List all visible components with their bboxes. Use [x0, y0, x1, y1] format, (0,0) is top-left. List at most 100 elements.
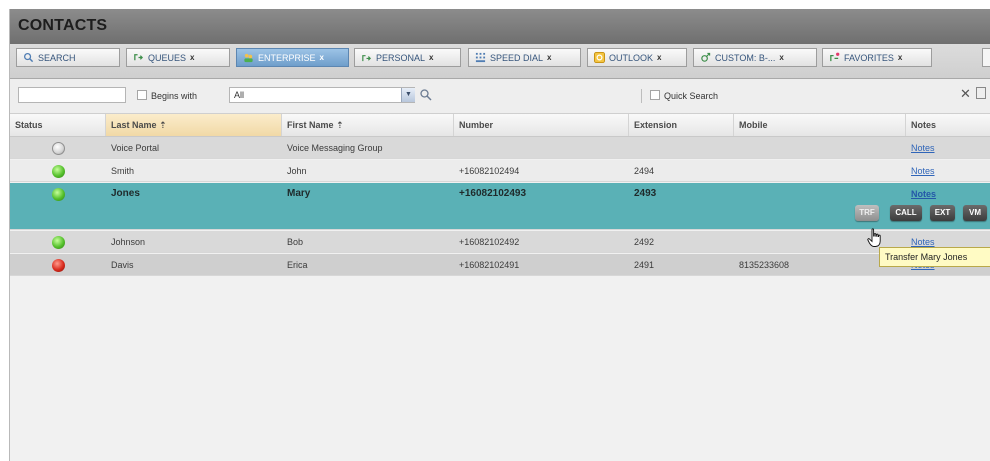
cell-number: +16082102494 [459, 166, 520, 176]
table-row[interactable]: Smith John +16082102494 2494 Notes [10, 160, 990, 182]
cell-number [454, 137, 459, 159]
voicemail-button[interactable]: VM [963, 205, 987, 221]
column-header-extension[interactable]: Extension [629, 114, 734, 136]
chevron-down-icon[interactable]: ▼ [401, 88, 415, 102]
tab-label: SEARCH [38, 52, 76, 63]
tab-close-icon[interactable]: x [657, 53, 661, 62]
cell-extension: 2494 [634, 166, 655, 176]
cell-notes: Notes [906, 137, 935, 159]
cell-last-name: Johnson [111, 237, 146, 247]
personal-icon [362, 55, 372, 62]
tab-overflow[interactable] [982, 48, 990, 67]
cell-first-name: Mary [287, 188, 311, 199]
cell-number: +16082102492 [459, 237, 520, 247]
search-toolbar: Begins with All ▼ Quick Search ✕ [10, 79, 990, 114]
cell-mobile [734, 160, 739, 182]
status-available-icon [52, 188, 65, 201]
notes-link[interactable]: Notes [911, 143, 935, 153]
cell-first-name: John [287, 166, 307, 176]
toolbar-separator [641, 89, 642, 103]
cell-extension [629, 137, 634, 159]
call-button[interactable]: CALL [890, 205, 922, 221]
tab-label: QUEUES [148, 52, 187, 63]
tab-outlook[interactable]: OUTLOOK x [587, 48, 687, 67]
cell-mobile [734, 137, 739, 159]
filter-select-value: All [234, 90, 245, 100]
table-row-selected[interactable]: Jones Mary +16082102493 2493 Notes [10, 183, 990, 230]
tab-custom[interactable]: CUSTOM: B-... x [693, 48, 817, 67]
favorites-icon [830, 52, 840, 62]
cell-first-name: Voice Messaging Group [287, 143, 383, 153]
cell-mobile [734, 231, 739, 253]
tab-close-icon[interactable]: x [898, 53, 902, 62]
column-header-last-name[interactable]: Last Name ⇡ [106, 114, 282, 136]
table-header: Status Last Name ⇡ First Name ⇡ Number E… [10, 114, 990, 137]
begins-with-checkbox[interactable] [137, 90, 147, 100]
column-header-mobile[interactable]: Mobile [734, 114, 906, 136]
notes-link[interactable]: Notes [911, 166, 935, 176]
column-header-label: Status [15, 120, 43, 130]
cell-first-name: Bob [287, 237, 304, 247]
table-row[interactable]: Johnson Bob +16082102492 2492 Notes [10, 231, 990, 253]
custom-icon [701, 52, 711, 62]
column-header-status[interactable]: Status [10, 114, 106, 136]
notes-link[interactable]: Notes [911, 189, 936, 199]
tab-favorites[interactable]: FAVORITES x [822, 48, 932, 67]
tab-label: SPEED DIAL [490, 52, 544, 63]
table-empty-area [10, 285, 990, 461]
tab-close-icon[interactable]: x [429, 53, 433, 62]
column-header-label: Last Name [111, 120, 157, 130]
cell-mobile [734, 183, 739, 205]
tooltip: Transfer Mary Jones [879, 247, 990, 267]
tab-bar: SEARCH QUEUES x ENTERPRISE x PERSONAL x … [10, 44, 990, 79]
tab-label: PERSONAL [376, 52, 426, 63]
tab-close-icon[interactable]: x [320, 53, 324, 62]
quick-search-label: Quick Search [664, 91, 719, 101]
column-header-label: Mobile [739, 120, 768, 130]
cell-notes: Notes [906, 183, 936, 205]
column-header-first-name[interactable]: First Name ⇡ [282, 114, 454, 136]
status-busy-icon [52, 259, 65, 272]
cell-last-name: Jones [111, 188, 140, 199]
cell-extension: 2492 [634, 237, 655, 247]
tab-queues[interactable]: QUEUES x [126, 48, 230, 67]
cell-first-name: Erica [287, 260, 308, 270]
cell-last-name: Smith [111, 166, 135, 176]
queues-icon [134, 54, 144, 61]
column-header-label: Notes [911, 120, 937, 130]
tab-close-icon[interactable]: x [190, 53, 194, 62]
contacts-panel: CONTACTS SEARCH QUEUES x ENTERPRISE x PE… [9, 9, 990, 461]
hand-cursor-icon [867, 228, 881, 247]
table-row[interactable]: Voice Portal Voice Messaging Group Notes [10, 137, 990, 159]
column-header-notes[interactable]: Notes [906, 114, 990, 136]
transfer-button[interactable]: TRF [855, 205, 879, 221]
tab-search[interactable]: SEARCH [16, 48, 120, 67]
search-icon[interactable] [419, 88, 433, 102]
cell-mobile: 8135233608 [739, 260, 790, 270]
quick-search-checkbox[interactable] [650, 90, 660, 100]
tab-label: FAVORITES [844, 52, 894, 63]
tab-label: CUSTOM: B-... [715, 52, 776, 63]
tab-label: OUTLOOK [609, 52, 654, 63]
search-input[interactable] [18, 87, 126, 103]
column-header-number[interactable]: Number [454, 114, 629, 136]
table-row[interactable]: Davis Erica +16082102491 2491 8135233608… [10, 254, 990, 276]
cell-last-name: Davis [111, 260, 134, 270]
cell-extension: 2491 [634, 260, 655, 270]
export-icon[interactable] [976, 87, 986, 99]
tab-personal[interactable]: PERSONAL x [354, 48, 461, 67]
filter-select[interactable]: All [229, 87, 415, 103]
tab-close-icon[interactable]: x [547, 53, 551, 62]
sort-ascending-icon: ⇡ [159, 120, 167, 130]
column-header-label: Number [459, 120, 494, 130]
notes-link[interactable]: Notes [911, 237, 935, 247]
panel-title: CONTACTS [18, 17, 108, 34]
cell-notes: Notes [906, 160, 935, 182]
close-icon[interactable]: ✕ [960, 86, 971, 102]
extension-call-button[interactable]: EXT [930, 205, 955, 221]
tab-speed-dial[interactable]: SPEED DIAL x [468, 48, 581, 67]
tab-enterprise[interactable]: ENTERPRISE x [236, 48, 349, 67]
status-available-icon [52, 165, 65, 178]
title-bar: CONTACTS [10, 9, 990, 44]
tab-close-icon[interactable]: x [779, 53, 783, 62]
